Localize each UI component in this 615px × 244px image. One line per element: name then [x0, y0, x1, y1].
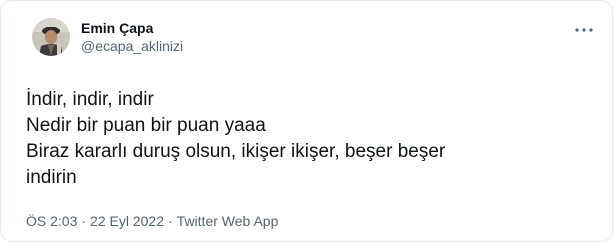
- tweet-text-line: Biraz kararlı duruş olsun, ikişer ikişer…: [26, 141, 446, 162]
- tweet-header: Emin Çapa @ecapa_aklinizi: [32, 18, 183, 56]
- tweet-time-link[interactable]: ÖS 2:03: [26, 213, 77, 229]
- meta-separator: ·: [168, 213, 173, 229]
- display-name[interactable]: Emin Çapa: [81, 19, 183, 37]
- meta-separator: ·: [81, 213, 87, 229]
- tweet-date-link[interactable]: 22 Eyl 2022: [90, 213, 164, 229]
- tweet-text: İndir, indir, indir Nedir bir puan bir p…: [26, 87, 586, 191]
- more-options-button[interactable]: [574, 23, 594, 37]
- tweet-text-line: Nedir bir puan bir puan yaaa: [26, 115, 266, 136]
- user-handle[interactable]: @ecapa_aklinizi: [81, 37, 183, 56]
- tweet-source-link[interactable]: Twitter Web App: [177, 213, 279, 229]
- user-avatar-photo-icon: [32, 18, 70, 56]
- more-horizontal-icon: [575, 28, 593, 32]
- tweet-text-line: indirin: [26, 167, 77, 188]
- tweet-text-line: İndir, indir, indir: [26, 89, 154, 110]
- tweet-meta: ÖS 2:03 · 22 Eyl 2022 · Twitter Web App: [26, 212, 278, 230]
- avatar[interactable]: [32, 18, 70, 56]
- user-meta: Emin Çapa @ecapa_aklinizi: [81, 19, 183, 56]
- tweet-card: Emin Çapa @ecapa_aklinizi İndir, indir, …: [0, 0, 613, 242]
